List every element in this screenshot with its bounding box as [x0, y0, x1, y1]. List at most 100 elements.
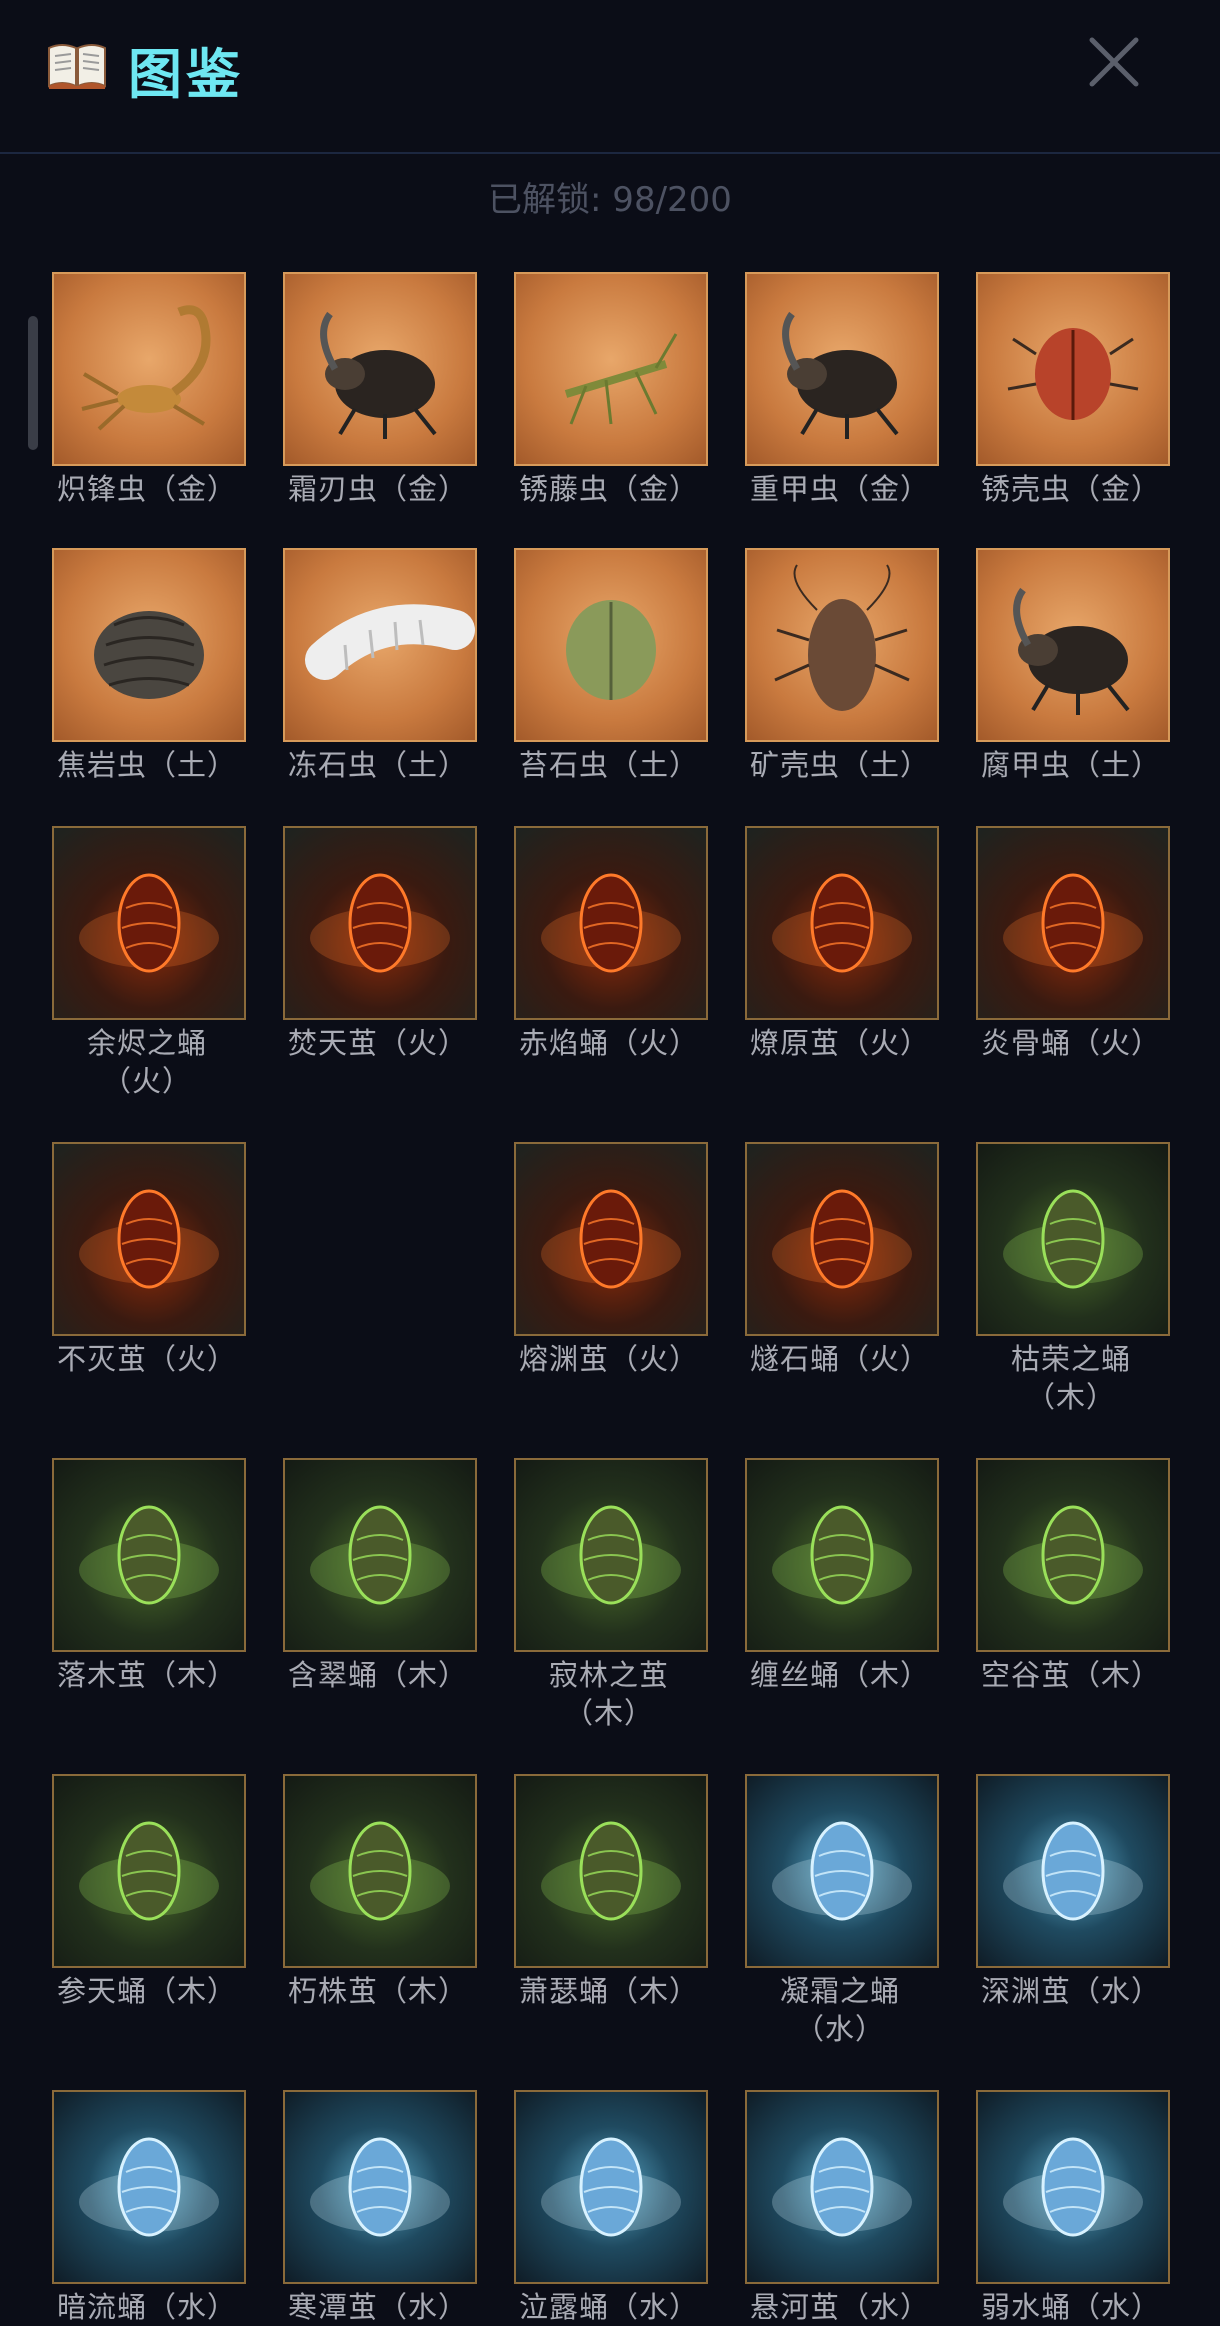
item-thumbnail	[52, 826, 246, 1020]
item-thumbnail	[52, 272, 246, 466]
pill-bug-icon	[94, 611, 204, 699]
hanging-cocoon-icon	[541, 1505, 681, 1605]
item-label: 寒潭茧（水）	[287, 2290, 468, 2324]
item-thumbnail	[283, 548, 477, 742]
item-label: 暗流蛹（水）	[56, 2290, 237, 2324]
burning-cocoon-icon	[772, 873, 912, 973]
scorpion-icon	[81, 305, 211, 431]
magma-cocoon-icon	[541, 1189, 681, 1289]
item-thumbnail	[745, 826, 939, 1020]
item-label: 萧瑟蛹（木）	[518, 1974, 699, 2008]
roach-icon	[774, 564, 910, 711]
item-label: 炎骨蛹（火）	[980, 1026, 1161, 1060]
item-label: 参天蛹（木）	[56, 1974, 237, 2008]
item-label: 锈藤虫（金）	[518, 472, 699, 506]
vine-pupa-icon	[772, 1505, 912, 1605]
item-label: 燧石蛹（火）	[749, 1342, 930, 1376]
item-thumbnail	[976, 826, 1170, 1020]
red-flame-pupa-icon	[541, 873, 681, 973]
item-label: 燎原茧（火）	[749, 1026, 930, 1060]
waterfall-cocoon-icon	[772, 2137, 912, 2237]
item-label: 腐甲虫（土）	[980, 748, 1161, 782]
item-thumbnail	[514, 1458, 708, 1652]
item-thumbnail	[745, 548, 939, 742]
collection-grid: 炽锋虫（金） 霜刃虫（金） 锈藤虫（金） 重甲虫（金） 锈壳虫（金） 焦岩虫（土…	[0, 0, 1220, 2326]
cave-ember-icon	[79, 1189, 219, 1289]
item-thumbnail	[283, 272, 477, 466]
pale-pupa-icon	[1003, 2137, 1143, 2237]
rhino-beetle-icon	[320, 311, 437, 439]
item-label: 寂林之茧 （木）	[548, 1658, 669, 1730]
lava-egg-icon	[1003, 873, 1143, 973]
item-thumbnail	[52, 1142, 246, 1336]
jade-pupa-icon	[310, 1505, 450, 1605]
item-thumbnail	[745, 272, 939, 466]
item-thumbnail	[52, 548, 246, 742]
item-thumbnail	[976, 272, 1170, 466]
grate-pupa-icon	[541, 1821, 681, 1921]
item-thumbnail	[283, 2090, 477, 2284]
item-label: 不灭茧（火）	[56, 1342, 237, 1376]
item-label: 朽株茧（木）	[287, 1974, 468, 2008]
stump-cocoon-icon	[310, 1821, 450, 1921]
flint-pupa-icon	[772, 1189, 912, 1289]
item-thumbnail	[745, 1774, 939, 1968]
item-thumbnail	[745, 1142, 939, 1336]
leaf-cocoon-icon	[79, 1505, 219, 1605]
abyss-cocoon-icon	[1003, 1821, 1143, 1921]
fire-cocoon-icon	[310, 873, 450, 973]
item-label: 苔石虫（土）	[518, 748, 699, 782]
item-label: 空谷茧（木）	[980, 1658, 1161, 1692]
item-label: 冻石虫（土）	[287, 748, 468, 782]
item-label: 凝霜之蛹 （水）	[779, 1974, 900, 2046]
item-label: 泣露蛹（水）	[518, 2290, 699, 2324]
item-label: 熔渊茧（火）	[518, 1342, 699, 1376]
white-larva-icon	[305, 604, 475, 680]
item-thumbnail	[976, 548, 1170, 742]
item-thumbnail	[52, 1458, 246, 1652]
item-thumbnail	[514, 1774, 708, 1968]
dung-beetle-icon	[1013, 587, 1130, 715]
item-thumbnail	[514, 2090, 708, 2284]
item-label: 枯荣之蛹 （木）	[1010, 1342, 1131, 1414]
dew-pupa-icon	[541, 2137, 681, 2237]
shield-bug-icon	[1007, 328, 1139, 420]
glow-cocoon-icon	[1003, 1505, 1143, 1605]
item-label: 弱水蛹（水）	[980, 2290, 1161, 2324]
item-thumbnail	[976, 1774, 1170, 1968]
item-label: 锈壳虫（金）	[980, 472, 1161, 506]
item-label: 含翠蛹（木）	[287, 1658, 468, 1692]
mantis-icon	[564, 333, 678, 425]
item-thumbnail	[283, 826, 477, 1020]
horned-beetle-icon	[782, 311, 899, 439]
item-thumbnail	[52, 1774, 246, 1968]
item-label: 赤焰蛹（火）	[518, 1026, 699, 1060]
item-label: 炽锋虫（金）	[56, 472, 237, 506]
root-pupa-icon	[79, 1821, 219, 1921]
item-thumbnail	[745, 1458, 939, 1652]
item-thumbnail	[52, 2090, 246, 2284]
moss-beetle-icon	[566, 600, 656, 700]
item-thumbnail	[283, 1774, 477, 1968]
item-thumbnail	[514, 826, 708, 1020]
item-thumbnail	[514, 272, 708, 466]
item-thumbnail	[976, 2090, 1170, 2284]
item-thumbnail	[514, 548, 708, 742]
item-thumbnail	[283, 1458, 477, 1652]
ember-pupa-icon	[79, 873, 219, 973]
item-thumbnail	[514, 1142, 708, 1336]
item-label: 落木茧（木）	[56, 1658, 237, 1692]
ice-cocoon-icon	[310, 2137, 450, 2237]
item-label: 余烬之蛹 （火）	[86, 1026, 207, 1098]
item-label: 矿壳虫（土）	[749, 748, 930, 782]
item-label: 焦岩虫（土）	[56, 748, 237, 782]
blue-pupa-icon	[79, 2137, 219, 2237]
item-label: 焚天茧（火）	[287, 1026, 468, 1060]
item-label: 缠丝蛹（木）	[749, 1658, 930, 1692]
item-thumbnail	[976, 1142, 1170, 1336]
item-label: 深渊茧（水）	[980, 1974, 1161, 2008]
item-label: 霜刃虫（金）	[287, 472, 468, 506]
item-thumbnail	[976, 1458, 1170, 1652]
sprout-egg-icon	[1003, 1189, 1143, 1289]
item-thumbnail	[745, 2090, 939, 2284]
